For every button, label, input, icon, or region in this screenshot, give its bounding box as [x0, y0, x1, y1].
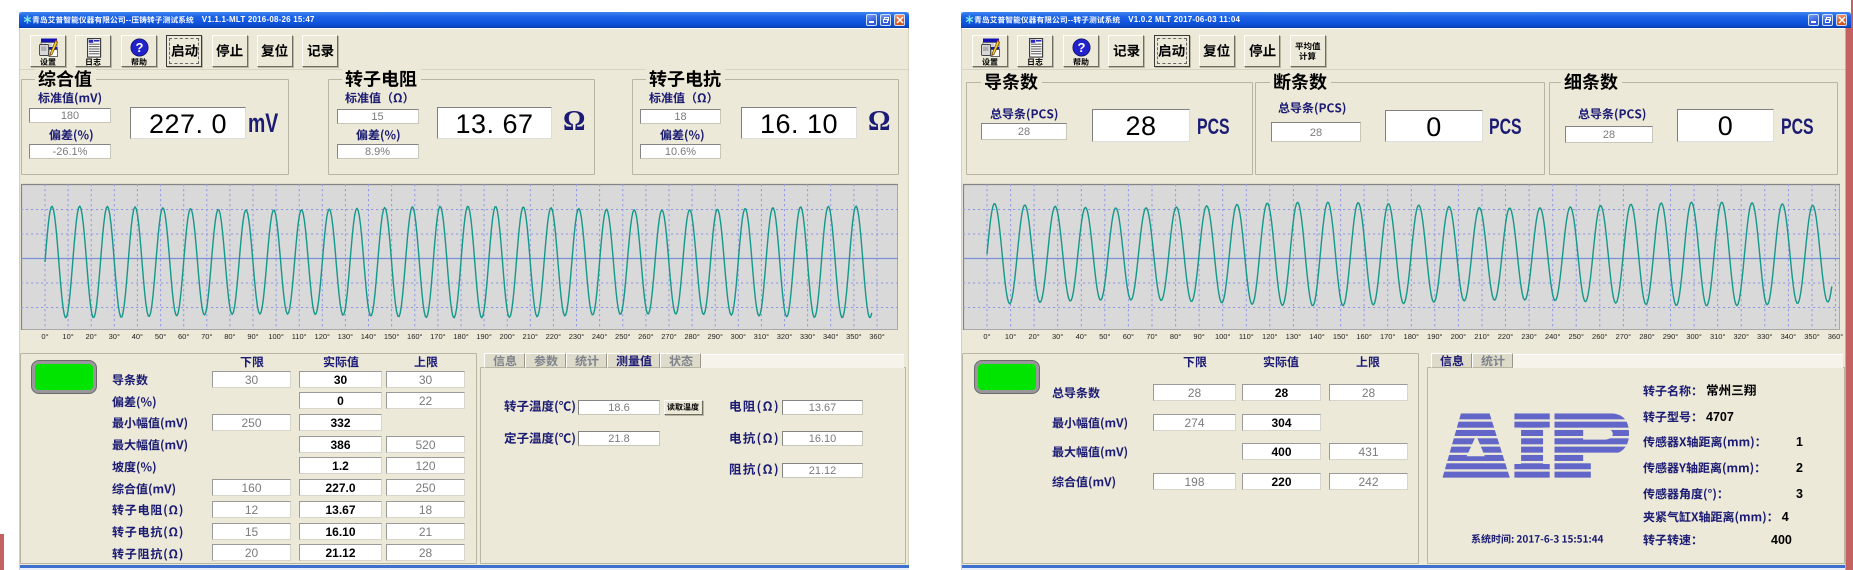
svg-text:60°: 60° [178, 332, 189, 341]
svg-text:120°: 120° [315, 332, 331, 341]
svg-text:350°: 350° [1804, 332, 1820, 341]
svg-text:360°: 360° [869, 332, 885, 341]
svg-text:?: ? [136, 40, 144, 55]
svg-text:170°: 170° [1380, 332, 1396, 341]
svg-text:10°: 10° [1005, 332, 1016, 341]
svg-text:150°: 150° [1333, 332, 1349, 341]
svg-text:70°: 70° [1146, 332, 1157, 341]
svg-text:230°: 230° [569, 332, 585, 341]
svg-text:160°: 160° [407, 332, 423, 341]
svg-text:100°: 100° [1215, 332, 1231, 341]
svg-text:240°: 240° [592, 332, 608, 341]
svg-text:350°: 350° [846, 332, 862, 341]
svg-text:40°: 40° [1076, 332, 1087, 341]
svg-text:290°: 290° [1663, 332, 1679, 341]
svg-text:0°: 0° [41, 332, 48, 341]
svg-text:310°: 310° [754, 332, 770, 341]
svg-text:340°: 340° [823, 332, 839, 341]
svg-text:270°: 270° [661, 332, 677, 341]
svg-text:80°: 80° [224, 332, 235, 341]
svg-text:?: ? [1078, 40, 1086, 55]
svg-text:250°: 250° [1568, 332, 1584, 341]
svg-text:200°: 200° [499, 332, 515, 341]
svg-text:180°: 180° [1404, 332, 1420, 341]
svg-text:140°: 140° [361, 332, 377, 341]
svg-text:110°: 110° [1239, 332, 1254, 341]
svg-text:190°: 190° [476, 332, 492, 341]
svg-text:150°: 150° [384, 332, 400, 341]
svg-text:60°: 60° [1123, 332, 1134, 341]
svg-text:140°: 140° [1309, 332, 1325, 341]
svg-text:230°: 230° [1521, 332, 1537, 341]
svg-text:290°: 290° [707, 332, 723, 341]
svg-text:40°: 40° [132, 332, 143, 341]
svg-text:190°: 190° [1427, 332, 1443, 341]
svg-text:330°: 330° [800, 332, 816, 341]
svg-text:310°: 310° [1710, 332, 1726, 341]
svg-text:110°: 110° [292, 332, 307, 341]
svg-text:220°: 220° [1498, 332, 1514, 341]
svg-text:30°: 30° [109, 332, 120, 341]
svg-text:50°: 50° [155, 332, 166, 341]
svg-text:20°: 20° [86, 332, 97, 341]
svg-text:260°: 260° [1592, 332, 1608, 341]
svg-text:280°: 280° [684, 332, 700, 341]
svg-text:250°: 250° [615, 332, 631, 341]
svg-text:30°: 30° [1052, 332, 1063, 341]
svg-text:330°: 330° [1757, 332, 1773, 341]
svg-text:340°: 340° [1781, 332, 1797, 341]
svg-text:90°: 90° [247, 332, 258, 341]
svg-text:50°: 50° [1099, 332, 1110, 341]
svg-text:120°: 120° [1262, 332, 1278, 341]
svg-text:180°: 180° [453, 332, 469, 341]
svg-text:0°: 0° [983, 332, 990, 341]
svg-text:270°: 270° [1616, 332, 1632, 341]
svg-text:130°: 130° [1286, 332, 1302, 341]
svg-text:20°: 20° [1028, 332, 1039, 341]
svg-text:200°: 200° [1451, 332, 1467, 341]
svg-text:280°: 280° [1639, 332, 1655, 341]
svg-text:300°: 300° [1686, 332, 1702, 341]
svg-text:160°: 160° [1356, 332, 1372, 341]
svg-text:90°: 90° [1193, 332, 1204, 341]
svg-text:320°: 320° [777, 332, 793, 341]
svg-text:360°: 360° [1828, 332, 1844, 341]
svg-text:240°: 240° [1545, 332, 1561, 341]
svg-text:210°: 210° [1474, 332, 1490, 341]
svg-text:320°: 320° [1733, 332, 1749, 341]
svg-text:80°: 80° [1170, 332, 1181, 341]
svg-text:10°: 10° [62, 332, 73, 341]
svg-text:210°: 210° [523, 332, 539, 341]
svg-text:100°: 100° [268, 332, 284, 341]
svg-text:130°: 130° [338, 332, 354, 341]
svg-text:220°: 220° [546, 332, 562, 341]
svg-text:260°: 260° [638, 332, 654, 341]
svg-text:70°: 70° [201, 332, 212, 341]
svg-text:170°: 170° [430, 332, 446, 341]
svg-text:300°: 300° [731, 332, 747, 341]
